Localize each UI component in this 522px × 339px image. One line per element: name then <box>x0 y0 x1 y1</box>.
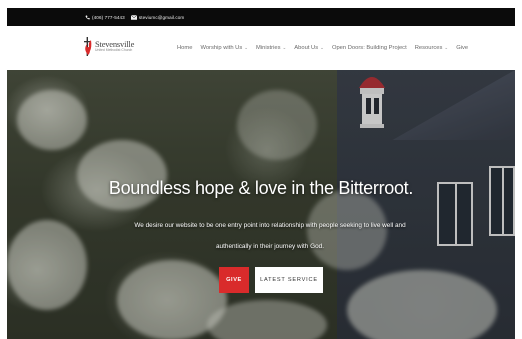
hero-description: We desire our website to be one entry po… <box>134 222 406 250</box>
logo-subtitle: United Methodist Church <box>95 48 133 53</box>
site-logo[interactable]: Stevensville United Methodist Church <box>83 35 134 57</box>
logo-name: Stevensville <box>95 38 135 49</box>
browser-viewport: (406) 777-5443 steviumc@gmail.com Steven… <box>7 8 515 339</box>
email-address: steviumc@gmail.com <box>138 14 185 20</box>
contact-bar: (406) 777-5443 steviumc@gmail.com <box>7 8 515 26</box>
envelope-icon <box>130 14 137 20</box>
nav-open-doors[interactable]: Open Doors: Building Project <box>332 45 407 51</box>
nav-label: Home <box>177 45 193 51</box>
latest-service-button[interactable]: LATEST SERVICE <box>255 267 323 293</box>
nav-label: About Us <box>294 45 319 51</box>
phone-number: (406) 777-5443 <box>92 14 125 20</box>
site-header: Stevensville United Methodist Church Hom… <box>7 26 515 70</box>
nav-ministries[interactable]: Ministries ⌄ <box>256 45 286 51</box>
main-nav: Home Worship with Us ⌄ Ministries ⌄ About … <box>177 26 476 70</box>
nav-about-us[interactable]: About Us ⌄ <box>294 45 324 51</box>
nav-label: Worship with Us <box>200 45 243 51</box>
chevron-down-icon: ⌄ <box>282 45 287 50</box>
nav-worship-with-us[interactable]: Worship with Us ⌄ <box>200 45 248 51</box>
nav-home[interactable]: Home <box>177 45 192 51</box>
nav-label: Give <box>456 45 469 51</box>
phone-icon <box>85 15 90 19</box>
chevron-down-icon: ⌄ <box>244 45 249 50</box>
give-button[interactable]: GIVE <box>219 267 249 293</box>
nav-label: Open Doors: Building Project <box>331 45 407 51</box>
nav-label: Ministries <box>256 45 281 51</box>
nav-give[interactable]: Give <box>456 45 468 51</box>
email-link[interactable]: steviumc@gmail.com <box>130 14 185 20</box>
chevron-down-icon: ⌄ <box>444 45 449 50</box>
cross-and-flame-icon <box>84 37 92 56</box>
chevron-down-icon: ⌄ <box>320 45 324 50</box>
hero-title: Boundless hope & love in the Bitterroot. <box>108 178 414 198</box>
nav-label: Resources <box>414 45 443 51</box>
hero-section: Boundless hope & love in the Bitterroot.… <box>7 70 515 339</box>
hero-content: Boundless hope & love in the Bitterroot.… <box>7 70 515 339</box>
nav-resources[interactable]: Resources ⌄ <box>415 45 449 51</box>
phone-link[interactable]: (406) 777-5443 <box>85 15 125 20</box>
